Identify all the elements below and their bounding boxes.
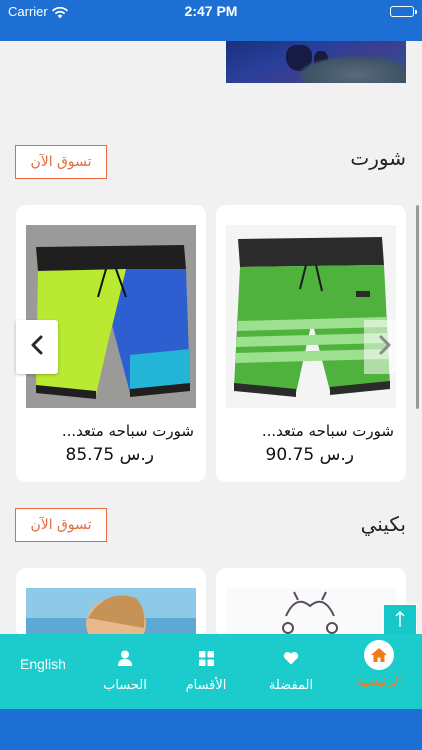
chevron-left-icon bbox=[30, 335, 44, 359]
product-price: 85.75 ر.س bbox=[65, 445, 154, 465]
product-image[interactable] bbox=[226, 588, 396, 638]
arrow-up-icon bbox=[395, 610, 405, 632]
battery-icon bbox=[390, 6, 417, 17]
hero-banner-image[interactable] bbox=[226, 41, 406, 83]
status-bar: Carrier 2:47 PM bbox=[0, 0, 422, 41]
product-image[interactable] bbox=[26, 588, 196, 638]
shop-now-bikini-button[interactable]: تسوق الآن bbox=[15, 508, 107, 542]
product-card[interactable] bbox=[216, 568, 406, 638]
product-price: 90.75 ر.س bbox=[265, 445, 354, 465]
bottom-navigation: الرئيسية المفضلة الأقسام الحساب English bbox=[0, 634, 422, 709]
product-name[interactable]: شورت سباحه متعد... bbox=[262, 422, 394, 440]
bottom-bar bbox=[0, 709, 422, 750]
chevron-right-icon bbox=[378, 335, 392, 359]
nav-label-home: الرئيسية bbox=[356, 674, 402, 689]
carousel-next-button[interactable] bbox=[364, 320, 406, 374]
status-time: 2:47 PM bbox=[184, 3, 238, 19]
product-image[interactable] bbox=[26, 225, 196, 408]
nav-label-categories: الأقسام bbox=[185, 678, 227, 693]
user-icon bbox=[118, 648, 132, 668]
heart-icon bbox=[283, 648, 299, 668]
home-icon bbox=[364, 640, 394, 670]
nav-label-account: الحساب bbox=[103, 678, 147, 693]
nav-item-categories[interactable]: الأقسام bbox=[176, 634, 236, 709]
nav-item-account[interactable]: الحساب bbox=[96, 634, 154, 709]
product-card[interactable] bbox=[16, 568, 206, 638]
nav-item-home[interactable]: الرئيسية bbox=[345, 634, 413, 709]
scroll-to-top-button[interactable] bbox=[383, 604, 417, 638]
product-image[interactable] bbox=[226, 225, 396, 408]
carousel-prev-button[interactable] bbox=[16, 320, 58, 374]
shop-now-shorts-button[interactable]: تسوق الآن bbox=[15, 145, 107, 179]
section-title-shorts: شورت bbox=[350, 146, 406, 170]
nav-item-favorites[interactable]: المفضلة bbox=[258, 634, 324, 709]
language-toggle[interactable]: English bbox=[20, 656, 66, 672]
product-name[interactable]: شورت سباحه متعد... bbox=[62, 422, 194, 440]
nav-label-favorites: المفضلة bbox=[268, 678, 314, 693]
grid-icon bbox=[198, 648, 214, 668]
section-title-bikini: بكيني bbox=[360, 512, 406, 536]
scrollbar[interactable] bbox=[416, 205, 419, 409]
